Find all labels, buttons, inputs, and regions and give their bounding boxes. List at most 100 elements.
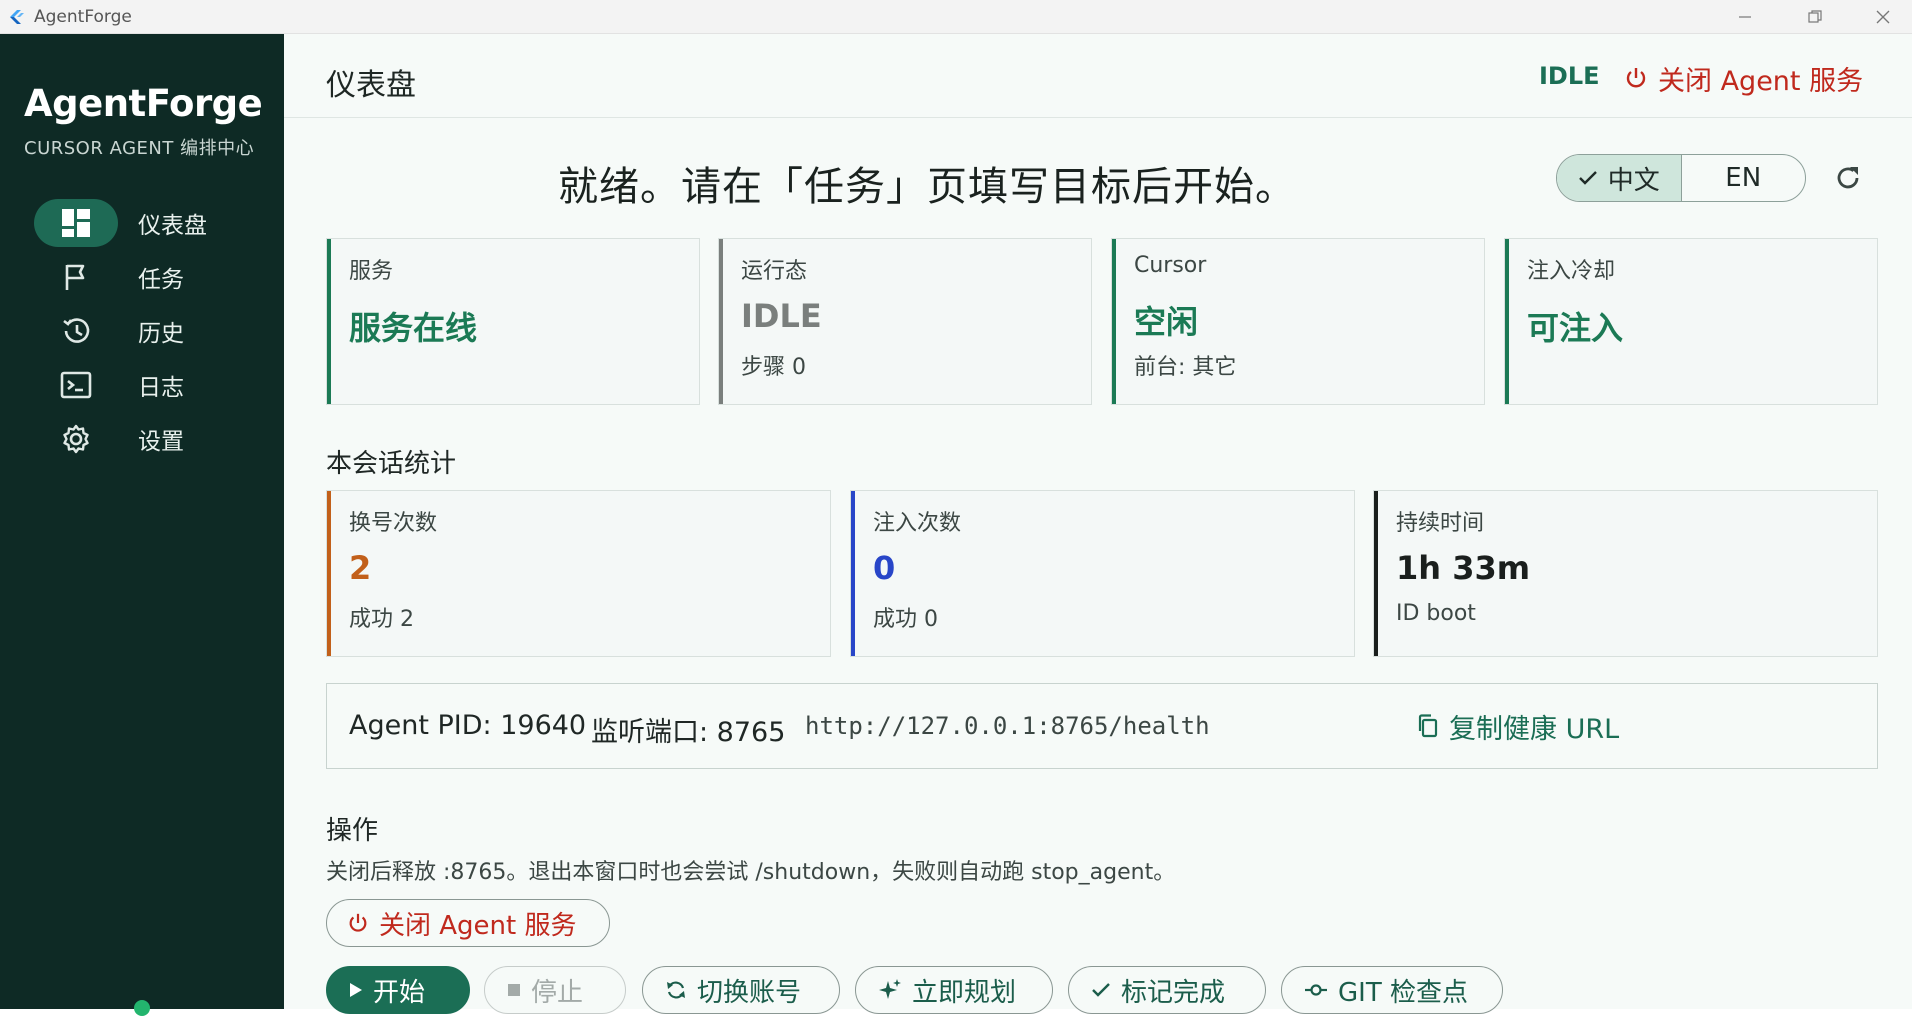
status-card-inject-cooldown: 注入冷却 可注入	[1504, 238, 1878, 405]
card-sub: 成功 2	[349, 607, 414, 632]
card-accent-bar	[1505, 239, 1509, 404]
connection-status-dot	[134, 1000, 150, 1016]
stop-button[interactable]: 停止	[484, 966, 626, 1014]
stop-icon	[507, 983, 521, 997]
sidebar-item-label: 设置	[138, 429, 184, 455]
sidebar: AgentForge CURSOR AGENT 编排中心 仪表盘 任务 历史 日…	[0, 34, 284, 1016]
operations-description: 关闭后释放 :8765。退出本窗口时也会尝试 /shutdown，失败则自动跑 …	[326, 860, 1176, 885]
copy-health-url-button[interactable]: 复制健康 URL	[1417, 706, 1619, 746]
refresh-icon	[1837, 167, 1859, 189]
dashboard-icon	[34, 199, 118, 247]
copy-icon	[1417, 714, 1439, 738]
start-button[interactable]: 开始	[326, 966, 470, 1014]
card-sub: 步骤 0	[741, 355, 806, 380]
shutdown-agent-button[interactable]: 关闭 Agent 服务	[326, 899, 610, 947]
window-title: AgentForge	[34, 7, 132, 27]
sidebar-item-tasks[interactable]: 任务	[34, 253, 264, 301]
card-accent-bar	[719, 239, 723, 404]
sidebar-item-settings[interactable]: 设置	[34, 415, 264, 463]
health-url: http://127.0.0.1:8765/health	[805, 712, 1210, 740]
card-sub: 成功 0	[873, 607, 938, 632]
minimize-button[interactable]	[1710, 0, 1780, 34]
card-label: 运行态	[741, 259, 808, 284]
git-checkpoint-button[interactable]: GIT 检查点	[1281, 966, 1503, 1014]
session-card-inject-count: 注入次数 0 成功 0	[850, 490, 1355, 657]
app-logo-icon	[10, 10, 24, 24]
flag-icon	[34, 253, 118, 301]
switch-account-button[interactable]: 切换账号	[642, 966, 840, 1014]
sidebar-item-logs[interactable]: 日志	[34, 361, 264, 409]
sidebar-item-label: 历史	[138, 321, 184, 347]
listen-port: 监听端口: 8765	[591, 717, 786, 748]
window-titlebar: AgentForge	[0, 0, 1912, 34]
commit-icon	[1304, 983, 1328, 997]
ready-message: 就绪。请在「任务」页填写目标后开始。	[558, 164, 1296, 210]
language-label: EN	[1725, 163, 1762, 193]
minimize-icon	[1739, 16, 1751, 18]
card-sub: 前台: 其它	[1134, 355, 1237, 380]
brand-subtitle: CURSOR AGENT 编排中心	[24, 138, 255, 159]
status-card-service: 服务 服务在线	[326, 238, 700, 405]
shutdown-agent-label: 关闭 Agent 服务	[379, 910, 577, 941]
card-value: 空闲	[1134, 303, 1199, 341]
session-card-switch-count: 换号次数 2 成功 2	[326, 490, 831, 657]
mark-done-button[interactable]: 标记完成	[1068, 966, 1266, 1014]
sidebar-item-history[interactable]: 历史	[34, 307, 264, 355]
card-value: 可注入	[1527, 309, 1624, 347]
sync-icon	[665, 979, 687, 1001]
page-title: 仪表盘	[326, 68, 416, 103]
close-window-button[interactable]	[1848, 0, 1912, 34]
check-icon	[1578, 170, 1598, 186]
card-accent-bar	[1374, 491, 1378, 656]
card-value: 服务在线	[349, 309, 478, 347]
history-icon	[34, 307, 118, 355]
start-label: 开始	[373, 977, 426, 1008]
agent-pid: Agent PID: 19640	[349, 710, 587, 741]
card-accent-bar	[327, 239, 331, 404]
operations-title: 操作	[326, 816, 379, 846]
sidebar-item-label: 日志	[138, 375, 184, 401]
mark-done-label: 标记完成	[1121, 977, 1226, 1008]
close-icon	[1876, 10, 1890, 24]
sparkle-icon	[878, 978, 902, 1002]
card-accent-bar	[327, 491, 331, 656]
main-content: 就绪。请在「任务」页填写目标后开始。 中文 EN 服务 服务在线 运行态 IDL	[284, 118, 1912, 1014]
card-accent-bar	[851, 491, 855, 656]
card-label: 注入次数	[873, 511, 962, 536]
check-icon	[1091, 982, 1111, 998]
power-icon	[1624, 66, 1648, 90]
card-value: 1h 33m	[1396, 549, 1531, 587]
terminal-icon	[34, 361, 118, 409]
sidebar-item-label: 任务	[138, 267, 184, 293]
session-stats-title: 本会话统计	[326, 449, 457, 479]
refresh-button[interactable]	[1832, 162, 1864, 194]
git-checkpoint-label: GIT 检查点	[1338, 977, 1468, 1008]
play-icon	[349, 982, 363, 998]
sidebar-item-label: 仪表盘	[138, 213, 207, 239]
plan-now-button[interactable]: 立即规划	[855, 966, 1053, 1014]
language-option-en[interactable]: EN	[1682, 155, 1806, 201]
card-value: 2	[349, 549, 372, 587]
card-value: 0	[873, 549, 896, 587]
close-service-button[interactable]: 关闭 Agent 服务	[1624, 58, 1863, 98]
language-option-zh[interactable]: 中文	[1557, 155, 1682, 201]
status-card-cursor: Cursor 空闲 前台: 其它	[1111, 238, 1485, 405]
status-card-run-state: 运行态 IDLE 步骤 0	[718, 238, 1092, 405]
restore-icon	[1808, 10, 1822, 23]
card-label: 服务	[349, 259, 394, 284]
switch-account-label: 切换账号	[697, 977, 802, 1008]
close-service-label: 关闭 Agent 服务	[1658, 65, 1864, 97]
session-card-duration: 持续时间 1h 33m ID boot	[1373, 490, 1878, 657]
card-value: IDLE	[741, 297, 822, 335]
gear-icon	[34, 415, 118, 463]
plan-now-label: 立即规划	[912, 977, 1017, 1008]
brand-name: AgentForge	[24, 82, 263, 125]
page-header: 仪表盘 IDLE 关闭 Agent 服务	[284, 34, 1912, 118]
agent-info-panel: Agent PID: 19640 监听端口: 8765 http://127.0…	[326, 683, 1878, 769]
card-label: Cursor	[1134, 253, 1207, 278]
restore-button[interactable]	[1780, 0, 1850, 34]
sidebar-item-dashboard[interactable]: 仪表盘	[34, 199, 264, 247]
power-icon	[347, 912, 369, 934]
stop-label: 停止	[531, 977, 584, 1008]
run-state-label: IDLE	[1539, 62, 1600, 90]
